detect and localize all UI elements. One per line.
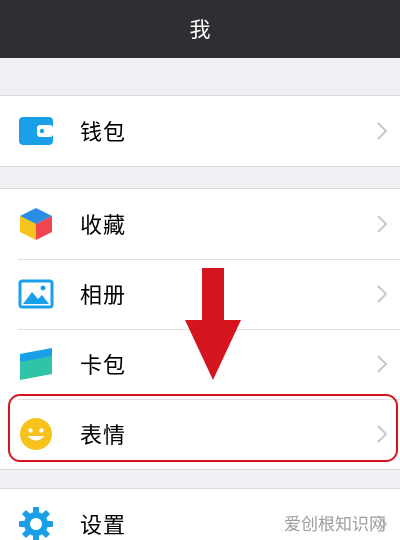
wallet-icon xyxy=(18,113,54,149)
menu-item-label: 钱包 xyxy=(80,121,127,146)
chevron-right-icon xyxy=(376,354,388,374)
chevron-right-icon xyxy=(376,284,388,304)
page-title: 我 xyxy=(189,18,211,42)
chevron-right-icon xyxy=(376,121,388,141)
chevron-right-icon xyxy=(376,214,388,234)
annotation-highlight-box xyxy=(8,394,398,462)
menu-item-label: 卡包 xyxy=(80,354,127,379)
menu-item-wallet[interactable]: 钱包 xyxy=(0,96,400,166)
menu-item-favorites[interactable]: 收藏 xyxy=(0,189,400,259)
nav-bar: 我 xyxy=(0,0,400,58)
wallet-group: 钱包 xyxy=(0,95,400,167)
menu-item-label: 相册 xyxy=(80,284,127,309)
cube-icon xyxy=(18,206,54,242)
menu-item-label: 收藏 xyxy=(80,214,127,239)
card-icon xyxy=(18,346,54,382)
photo-icon xyxy=(18,276,54,312)
gear-icon xyxy=(18,506,54,540)
annotation-arrow-down-icon xyxy=(185,268,241,380)
menu-item-label: 设置 xyxy=(80,514,127,539)
watermark: 爱创根知识网 xyxy=(284,515,386,535)
